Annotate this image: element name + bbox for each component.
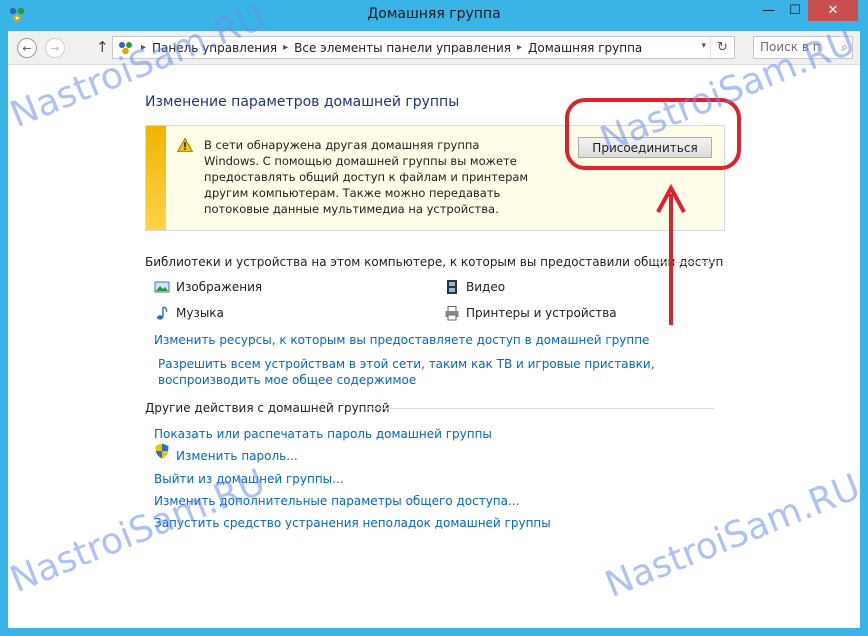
warning-icon bbox=[177, 138, 193, 152]
maximize-button[interactable]: ☐ bbox=[782, 0, 808, 21]
advanced-sharing-settings-link[interactable]: Изменить дополнительные параметры общего… bbox=[154, 493, 519, 509]
chevron-down-icon[interactable]: ▾ bbox=[701, 41, 706, 51]
uac-shield-icon bbox=[155, 443, 169, 459]
breadcrumb-all-items[interactable]: Все элементы панели управления bbox=[294, 41, 511, 55]
annotation-arrow-icon bbox=[656, 183, 686, 325]
other-actions-section-title: Другие действия с домашней группой bbox=[145, 401, 390, 415]
show-password-link[interactable]: Показать или распечатать пароль домашней… bbox=[154, 426, 492, 442]
library-item-label: Видео bbox=[466, 280, 506, 294]
notice-text: В сети обнаружена другая домашняя группа… bbox=[204, 138, 529, 216]
section-divider bbox=[365, 408, 714, 409]
library-item-label: Музыка bbox=[176, 306, 224, 320]
refresh-button[interactable]: ↻ bbox=[710, 37, 734, 58]
troubleshooter-link[interactable]: Запустить средство устранения неполадок … bbox=[154, 515, 551, 531]
chevron-right-icon: ▸ bbox=[141, 42, 147, 53]
close-button[interactable]: ✕ bbox=[808, 0, 858, 21]
annotation-highlight-box bbox=[565, 98, 741, 170]
change-shared-resources-link[interactable]: Изменить ресурсы, к которым вы предостав… bbox=[154, 332, 649, 348]
title-bar[interactable]: Домашняя группа — ☐ ✕ bbox=[0, 0, 868, 31]
forward-button[interactable]: → bbox=[45, 38, 65, 58]
library-item-label: Изображения bbox=[176, 280, 263, 294]
search-icon[interactable]: ⌕ bbox=[841, 40, 848, 55]
leave-homegroup-link[interactable]: Выйти из домашней группы... bbox=[154, 471, 344, 487]
chevron-right-icon[interactable]: ▸ bbox=[283, 42, 288, 53]
chevron-right-icon[interactable]: ▸ bbox=[517, 42, 522, 53]
library-item-printers: Принтеры и устройства bbox=[444, 305, 617, 321]
window-title: Домашняя группа bbox=[367, 6, 501, 22]
search-input[interactable]: Поиск в п ⌕ bbox=[753, 36, 853, 59]
breadcrumb-homegroup[interactable]: Домашняя группа bbox=[528, 41, 642, 55]
libraries-section-title: Библиотеки и устройства на этом компьюте… bbox=[145, 255, 724, 269]
navigation-bar: ← → ↑ ▸ Панель управления ▸ Все элементы… bbox=[8, 31, 860, 65]
printer-icon bbox=[445, 306, 459, 321]
control-panel-icon bbox=[119, 41, 132, 54]
breadcrumb-control-panel[interactable]: Панель управления bbox=[152, 41, 277, 55]
notice-accent-strip bbox=[146, 126, 166, 230]
allow-all-devices-link[interactable]: Разрешить всем устройствам в этой сети, … bbox=[158, 356, 718, 388]
address-bar[interactable]: ▸ Панель управления ▸ Все элементы панел… bbox=[112, 36, 735, 59]
pictures-icon bbox=[154, 281, 170, 293]
minimize-button[interactable]: — bbox=[755, 0, 782, 21]
up-button[interactable]: ↑ bbox=[96, 38, 109, 56]
library-item-pictures: Изображения bbox=[154, 279, 262, 295]
back-button[interactable]: ← bbox=[17, 38, 37, 58]
change-password-link[interactable]: Изменить пароль... bbox=[176, 448, 298, 464]
music-note-icon bbox=[157, 306, 168, 320]
library-item-music: Музыка bbox=[154, 305, 224, 321]
library-item-videos: Видео bbox=[444, 279, 505, 295]
search-placeholder: Поиск в п bbox=[760, 40, 821, 54]
page-title: Изменение параметров домашней группы bbox=[145, 94, 460, 110]
library-item-label: Принтеры и устройства bbox=[466, 306, 617, 320]
film-icon bbox=[447, 280, 457, 294]
